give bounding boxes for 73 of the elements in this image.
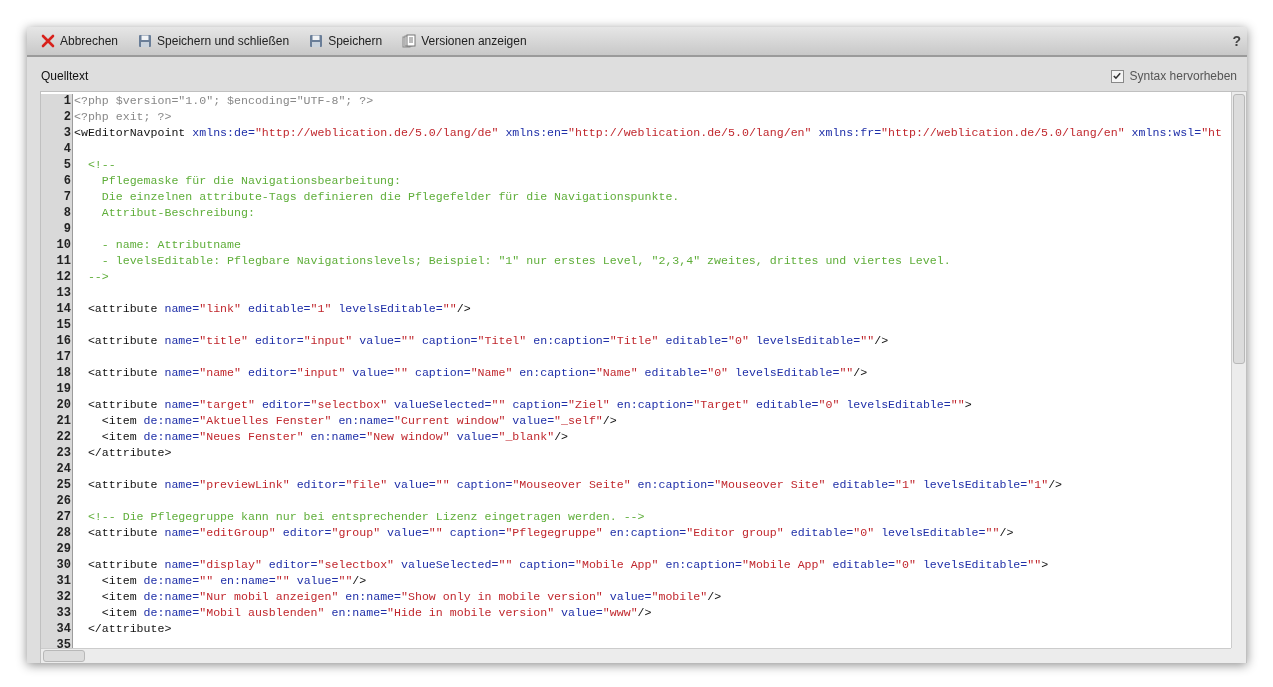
code-line: <attribute name="title" editor="input" value="" caption="Titel" en:caption="Title" editable="0" levelsEditable=""/> bbox=[86, 334, 889, 349]
line-number: 31 bbox=[55, 574, 72, 590]
code-line: <item de:name="Neues Fenster" en:name="New window" value="_blank"/> bbox=[100, 430, 569, 445]
code-line: <item de:name="Aktuelles Fenster" en:name="Current window" value="_self"/> bbox=[100, 414, 617, 429]
line-number: 16 bbox=[55, 334, 72, 350]
line-number: 1 bbox=[62, 94, 72, 110]
code-line: <attribute name="display" editor="selectbox" valueSelected="" caption="Mobile App" en:caption="Mobile App" editable="0" levelsEditable=""> bbox=[86, 558, 1049, 573]
line-number: 22 bbox=[55, 430, 72, 446]
cross-icon bbox=[41, 34, 55, 48]
code-line: <?php exit; ?> bbox=[73, 110, 172, 125]
code-line: Die einzelnen attribute-Tags definieren die Pflegefelder für die Navigationspunkte. bbox=[100, 190, 680, 205]
code-line: </attribute> bbox=[86, 622, 172, 637]
line-number: 29 bbox=[55, 542, 72, 558]
line-number: 9 bbox=[62, 222, 72, 238]
toolbar-button[interactable]: Versionen anzeigen bbox=[396, 31, 533, 51]
scrollbar-thumb[interactable] bbox=[43, 650, 85, 662]
line-number: 35 bbox=[55, 638, 72, 648]
code-line: <attribute name="target" editor="selectbox" valueSelected="" caption="Ziel" en:caption="Target" editable="0" levelsEditable=""> bbox=[86, 398, 972, 413]
line-number: 27 bbox=[55, 510, 72, 526]
panel-title: Quelltext bbox=[41, 69, 89, 83]
code-line: <item de:name="Nur mobil anzeigen" en:name="Show only in mobile version" value="mobile"/> bbox=[100, 590, 722, 605]
line-number: 25 bbox=[55, 478, 72, 494]
toolbar-button[interactable]: Abbrechen bbox=[35, 31, 125, 51]
code-line: <?php $version="1.0"; $encoding="UTF-8"; ?> bbox=[73, 94, 374, 109]
line-number: 20 bbox=[55, 398, 72, 414]
code-line: </attribute> bbox=[86, 446, 172, 461]
line-number: 8 bbox=[62, 206, 72, 222]
line-number: 15 bbox=[55, 318, 72, 334]
line-number: 3 bbox=[62, 126, 72, 142]
help-button[interactable]: ? bbox=[1232, 33, 1241, 49]
line-number: 2 bbox=[62, 110, 72, 126]
code-line: Attribut-Beschreibung: bbox=[100, 206, 255, 221]
code-line: --> bbox=[86, 270, 109, 285]
line-number: 30 bbox=[55, 558, 72, 574]
code-line: <attribute name="previewLink" editor="file" value="" caption="Mouseover Seite" en:caption="Mouseover Site" editable="1" levelsEditable="1"/> bbox=[86, 478, 1063, 493]
line-number: 28 bbox=[55, 526, 72, 542]
code-line: <attribute name="editGroup" editor="group" value="" caption="Pflegegruppe" en:caption="Editor group" editable="0" levelsEditable=""/> bbox=[86, 526, 1014, 541]
line-number: 17 bbox=[55, 350, 72, 366]
checkbox-label: Syntax hervorheben bbox=[1129, 69, 1237, 83]
line-number: 26 bbox=[55, 494, 72, 510]
code-line: - levelsEditable: Pflegbare Navigationslevels; Beispiel: "1" nur erstes Level, "2,3,4" zweites, drittes und viertes Level. bbox=[100, 254, 951, 269]
code-line: <item de:name="" en:name="" value=""/> bbox=[100, 574, 367, 589]
toolbar-button[interactable]: Speichern bbox=[303, 31, 389, 51]
code-line: Pflegemaske für die Navigationsbearbeitung: bbox=[100, 174, 401, 189]
toolbar-button[interactable]: Speichern und schließen bbox=[132, 31, 296, 51]
line-number: 7 bbox=[62, 190, 72, 206]
line-number: 12 bbox=[55, 270, 72, 286]
line-number: 6 bbox=[62, 174, 72, 190]
code-line: <!-- Die Pflegegruppe kann nur bei entsprechender Lizenz eingetragen werden. --> bbox=[86, 510, 645, 525]
line-number: 11 bbox=[55, 254, 72, 270]
line-number: 10 bbox=[55, 238, 72, 254]
code-line: - name: Attributname bbox=[100, 238, 241, 253]
line-number: 34 bbox=[55, 622, 72, 638]
line-number: 24 bbox=[55, 462, 72, 478]
scrollbar-thumb[interactable] bbox=[1233, 94, 1245, 364]
line-number: 21 bbox=[55, 414, 72, 430]
line-number: 13 bbox=[55, 286, 72, 302]
checkmark-icon bbox=[1112, 71, 1123, 81]
line-number: 5 bbox=[62, 158, 72, 174]
code-line: <wEditorNavpoint xmlns:de="http://weblication.de/5.0/lang/de" xmlns:en="http://weblication.de/5.0/lang/en" xmlns:fr="http://weblication.de/5.0/lang/en" xmlns:wsl="ht bbox=[73, 126, 1222, 141]
code-line: <attribute name="link" editable="1" levelsEditable=""/> bbox=[86, 302, 471, 317]
line-number: 32 bbox=[55, 590, 72, 606]
document-stack-icon bbox=[402, 34, 417, 48]
code-line: <!-- bbox=[86, 158, 116, 173]
line-number: 4 bbox=[62, 142, 72, 158]
checkbox[interactable] bbox=[1110, 69, 1124, 83]
line-number: 19 bbox=[55, 382, 72, 398]
line-number: 23 bbox=[55, 446, 72, 462]
line-number: 18 bbox=[55, 366, 72, 382]
code-line: <item de:name="Mobil ausblenden" en:name="Hide in mobile version" value="www"/> bbox=[100, 606, 652, 621]
line-number: 33 bbox=[55, 606, 72, 622]
code-line: <attribute name="name" editor="input" value="" caption="Name" en:caption="Name" editable="0" levelsEditable=""/> bbox=[86, 366, 868, 381]
line-number: 14 bbox=[55, 302, 72, 318]
